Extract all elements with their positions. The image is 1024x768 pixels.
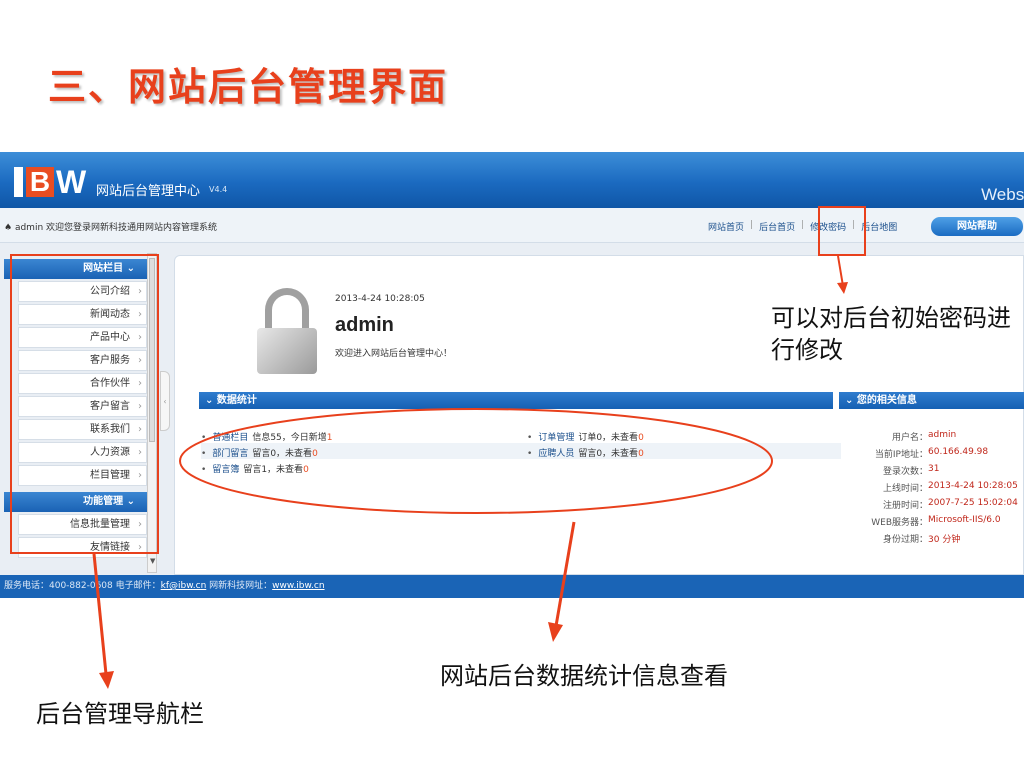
welcome-text: ♠ admin 欢迎您登录网新科技通用网站内容管理系统 [4,223,218,233]
info-label: 登录次数： [882,467,928,477]
info-value: 30 分钟 [928,535,961,545]
stat-link[interactable]: 留言簿 [212,465,239,475]
info-label: 上线时间： [882,484,928,494]
info-value: admin [928,430,957,440]
nav-highlight-box [10,254,159,554]
info-row: 登录次数： 31 [840,464,1024,480]
bullet-icon: • [201,433,207,443]
info-row: 注册时间： 2007-7-25 15:02:04 [840,498,1024,514]
stat-link[interactable]: 应聘人员 [538,449,574,459]
lock-icon [257,288,317,374]
stat-text: 信息55，今日新增 [252,433,327,443]
stat-count: 0 [303,465,309,475]
link-admin-home[interactable]: 后台首页 [759,220,795,233]
stat-text: 订单0，未查看 [578,433,639,443]
banner-website-text: Websi [981,185,1024,204]
info-row: 用户名： admin [840,430,1024,446]
info-value: 31 [928,464,940,474]
stat-link[interactable]: 部门留言 [212,449,248,459]
stat-item: • 应聘人员 留言0，未查看0 [527,446,644,459]
info-label: 当前IP地址： [874,450,928,460]
stat-count: 0 [638,449,644,459]
bullet-icon: • [201,465,207,475]
user-name: admin [335,314,394,336]
link-site-home[interactable]: 网站首页 [708,220,744,233]
info-label: 注册时间： [882,501,928,511]
version-label: V4.4 [209,185,228,194]
info-header: ⌄ 您的相关信息 [839,392,1024,409]
slide-title: 三、网站后台管理界面 [48,65,449,109]
top-links: 网站首页 | 后台首页 | 修改密码 | 后台地图 [708,220,898,233]
stats-row: • 留言簿 留言1，未查看0 [201,459,841,475]
info-label: WEB服务器： [871,518,928,528]
stat-item: • 留言簿 留言1，未查看0 [201,462,309,475]
home-icon: ♠ [4,223,13,233]
email-link[interactable]: kf@ibw.cn [161,581,207,591]
bullet-icon: • [527,449,533,459]
help-button[interactable]: 网站帮助 [931,217,1023,236]
stat-text: 留言0，未查看 [252,449,313,459]
stat-item: • 订单管理 订单0，未查看0 [527,430,644,443]
info-label: 用户名： [891,433,928,443]
top-bar: ♠ admin 欢迎您登录网新科技通用网站内容管理系统 网站首页 | 后台首页 … [0,208,1024,243]
stats-row: • 普通栏目 信息55，今日新增1 • 订单管理 订单0，未查看0 [201,427,841,443]
stats-annotation: 网站后台数据统计信息查看 [440,662,728,690]
nav-annotation: 后台管理导航栏 [36,700,204,728]
info-value: Microsoft-IIS/6.0 [928,515,1001,525]
stat-item: • 部门留言 留言0，未查看0 [201,446,318,459]
stats-header: ⌄ 数据统计 [199,392,833,409]
site-link[interactable]: www.ibw.cn [272,581,324,591]
info-row: 当前IP地址： 60.166.49.98 [840,447,1024,463]
bullet-icon: • [201,449,207,459]
stat-count: 0 [312,449,318,459]
scroll-down-icon[interactable]: ▼ [150,557,155,565]
stat-link[interactable]: 普通栏目 [212,433,248,443]
info-row: 身份过期： 30 分钟 [840,532,1024,548]
stats-arrow-head [548,622,563,642]
nav-arrow-head [99,671,114,689]
header-banner: B W 网站后台管理中心 V4.4 Websi [0,152,1024,208]
info-value: 2007-7-25 15:02:04 [928,498,1018,508]
banner-title: 网站后台管理中心 [96,184,201,199]
ibw-logo: B W [14,163,86,198]
collapse-sidebar-icon[interactable]: ‹ [160,371,170,431]
password-annotation: 可以对后台初始密码进行修改 [771,304,1011,364]
stat-text: 留言1，未查看 [243,465,304,475]
footer: 服务电话：400-882-0608 电子邮件：kf@ibw.cn 网新科技网址：… [0,575,1024,598]
stat-item: • 普通栏目 信息55，今日新增1 [201,430,333,443]
stats-row: • 部门留言 留言0，未查看0 • 应聘人员 留言0，未查看0 [201,443,841,459]
info-label: 身份过期： [882,535,928,545]
login-time: 2013-4-24 10:28:05 [335,294,425,304]
stat-text: 留言0，未查看 [578,449,639,459]
info-value: 60.166.49.98 [928,447,989,457]
link-admin-map[interactable]: 后台地图 [861,220,897,233]
bullet-icon: • [527,433,533,443]
info-value: 2013-4-24 10:28:05 [928,481,1018,491]
stat-count: 1 [326,433,333,443]
info-row: 上线时间： 2013-4-24 10:28:05 [840,481,1024,497]
password-highlight-box [818,206,866,256]
info-row: WEB服务器： Microsoft-IIS/6.0 [840,515,1024,531]
stat-count: 0 [638,433,644,443]
welcome-message: 欢迎进入网站后台管理中心！ [335,349,453,359]
stat-link[interactable]: 订单管理 [538,433,574,443]
